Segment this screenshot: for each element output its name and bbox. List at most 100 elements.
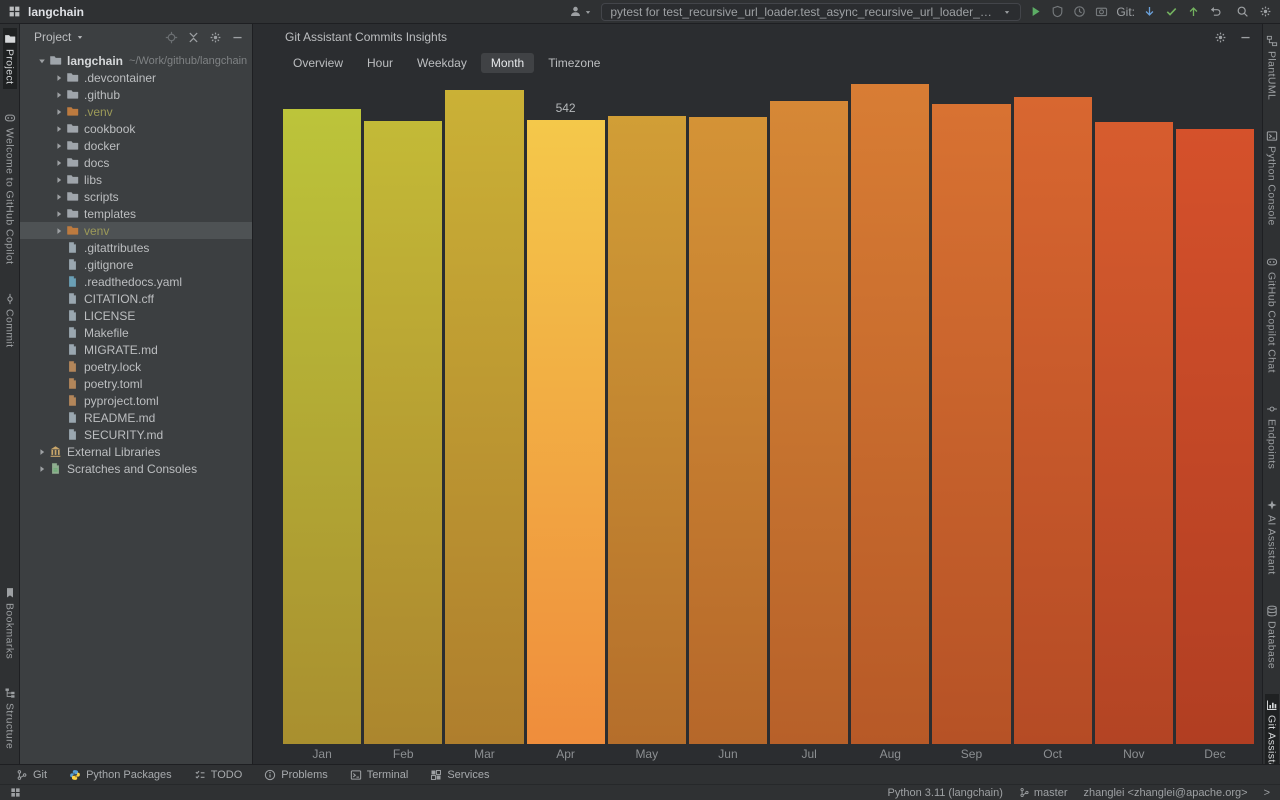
locate-button[interactable] — [165, 31, 178, 44]
title-bar: langchain pytest for test_recursive_url_… — [0, 0, 1280, 24]
tool-stripe-github-copilot-chat[interactable]: GitHub Copilot Chat — [1265, 251, 1279, 378]
shield-button[interactable] — [1051, 5, 1064, 18]
bar-may[interactable] — [608, 116, 686, 744]
tree-row-venv[interactable]: .venv — [20, 103, 252, 120]
tree-row-migrate-md[interactable]: MIGRATE.md — [20, 341, 252, 358]
tree-row-github[interactable]: .github — [20, 86, 252, 103]
tree-row-poetry-toml[interactable]: poetry.toml — [20, 375, 252, 392]
tool-stripe-welcome-to-github-copilot[interactable]: Welcome to GitHub Copilot — [3, 107, 17, 269]
arrow-down-button[interactable] — [1143, 5, 1156, 18]
tool-stripe-git-assistant-commits-insights[interactable]: Git Assistant Commits Insights — [1265, 694, 1279, 764]
tree-row-readthedocs-yaml[interactable]: .readthedocs.yaml — [20, 273, 252, 290]
python-icon — [69, 769, 81, 781]
tree-row-venv[interactable]: venv — [20, 222, 252, 239]
bar-nov[interactable] — [1095, 122, 1173, 744]
tool-stripe-project[interactable]: Project — [3, 28, 17, 89]
tool-window-button-git[interactable]: Git — [16, 769, 47, 781]
tool-window-button-problems[interactable]: Problems — [264, 769, 327, 781]
users-button[interactable] — [569, 5, 593, 18]
tool-stripe-database[interactable]: Database — [1265, 600, 1279, 674]
git-branch-widget[interactable]: master — [1019, 787, 1068, 799]
bar-dec[interactable] — [1176, 129, 1254, 744]
tree-row-docs[interactable]: docs — [20, 154, 252, 171]
tool-stripe-plantuml[interactable]: PlantUML — [1265, 30, 1279, 105]
chart-column-mar: Mar — [445, 76, 523, 760]
tool-window-button-label: Problems — [281, 769, 327, 781]
tool-window-button-todo[interactable]: TODO — [194, 769, 243, 781]
tree-row-external-libraries[interactable]: External Libraries — [20, 443, 252, 460]
tree-row-devcontainer[interactable]: .devcontainer — [20, 69, 252, 86]
tool-stripe-structure[interactable]: Structure — [3, 682, 17, 754]
bar-jun[interactable] — [689, 117, 767, 744]
play-button[interactable] — [1029, 5, 1042, 18]
arrow-up-button[interactable] — [1187, 5, 1200, 18]
tool-stripe-python-console[interactable]: Python Console — [1265, 125, 1279, 231]
tree-row-scripts[interactable]: scripts — [20, 188, 252, 205]
minus-button[interactable] — [1239, 31, 1252, 44]
tool-window-button-services[interactable]: Services — [430, 769, 489, 781]
bar-feb[interactable] — [364, 121, 442, 744]
folder-icon — [49, 54, 62, 67]
tree-row-gitignore[interactable]: .gitignore — [20, 256, 252, 273]
tree-row-gitattributes[interactable]: .gitattributes — [20, 239, 252, 256]
gear-button[interactable] — [1214, 31, 1227, 44]
camera-button[interactable] — [1095, 5, 1108, 18]
tool-window-button-terminal[interactable]: Terminal — [350, 769, 409, 781]
tool-window-button-label: TODO — [211, 769, 243, 781]
tree-row-langchain[interactable]: langchain~/Work/github/langchain — [20, 52, 252, 69]
tree-row-cookbook[interactable]: cookbook — [20, 120, 252, 137]
collapse-button[interactable] — [187, 31, 200, 44]
bar-oct[interactable] — [1014, 97, 1092, 744]
chevron-right-icon — [51, 141, 66, 151]
tab-weekday[interactable]: Weekday — [407, 53, 477, 73]
tree-row-license[interactable]: LICENSE — [20, 307, 252, 324]
bar-jan[interactable] — [283, 109, 361, 744]
gear-icon — [209, 31, 222, 44]
gear-button[interactable] — [1259, 5, 1272, 18]
file-icon — [66, 394, 79, 407]
tree-row-libs[interactable]: libs — [20, 171, 252, 188]
rollback-button[interactable] — [1209, 5, 1222, 18]
tree-row-templates[interactable]: templates — [20, 205, 252, 222]
chevron-down-icon[interactable] — [75, 32, 85, 42]
interpreter-widget[interactable]: Python 3.11 (langchain) — [887, 787, 1002, 799]
tab-timezone[interactable]: Timezone — [538, 53, 610, 73]
bar-apr[interactable] — [527, 120, 605, 744]
clock-button[interactable] — [1073, 5, 1086, 18]
tool-stripe-commit[interactable]: Commit — [3, 288, 17, 353]
tree-row-readme-md[interactable]: README.md — [20, 409, 252, 426]
tree-row-poetry-lock[interactable]: poetry.lock — [20, 358, 252, 375]
tool-stripe-ai-assistant[interactable]: AI Assistant — [1265, 494, 1279, 580]
quick-access-icon[interactable] — [10, 787, 21, 798]
chart-column-jun: Jun — [689, 76, 767, 760]
tab-hour[interactable]: Hour — [357, 53, 403, 73]
tree-row-docker[interactable]: docker — [20, 137, 252, 154]
tool-window-button-python-packages[interactable]: Python Packages — [69, 769, 172, 781]
tree-row-makefile[interactable]: Makefile — [20, 324, 252, 341]
check-button[interactable] — [1165, 5, 1178, 18]
bar-jul[interactable] — [770, 101, 848, 744]
run-configuration-label: pytest for test_recursive_url_loader.tes… — [610, 5, 996, 19]
tree-item-label: .devcontainer — [84, 71, 156, 85]
tree-row-scratches-and-consoles[interactable]: Scratches and Consoles — [20, 460, 252, 477]
project-panel-title[interactable]: Project — [34, 30, 71, 44]
bar-mar[interactable] — [445, 90, 523, 744]
title-bar-actions: pytest for test_recursive_url_loader.tes… — [569, 3, 1272, 21]
tree-row-security-md[interactable]: SECURITY.md — [20, 426, 252, 443]
bar-aug[interactable] — [851, 84, 929, 744]
tab-overview[interactable]: Overview — [283, 53, 353, 73]
minus-button[interactable] — [231, 31, 244, 44]
search-button[interactable] — [1236, 5, 1249, 18]
tool-stripe-endpoints[interactable]: Endpoints — [1265, 398, 1279, 474]
gear-button[interactable] — [209, 31, 222, 44]
tool-stripe-bookmarks[interactable]: Bookmarks — [3, 582, 17, 664]
run-configuration-select[interactable]: pytest for test_recursive_url_loader.tes… — [601, 3, 1021, 21]
tree-row-pyproject-toml[interactable]: pyproject.toml — [20, 392, 252, 409]
tree-row-citation-cff[interactable]: CITATION.cff — [20, 290, 252, 307]
status-expand-chevron[interactable]: > — [1264, 787, 1270, 799]
bar-sep[interactable] — [932, 104, 1010, 744]
tab-month[interactable]: Month — [481, 53, 534, 73]
info-icon — [264, 769, 276, 781]
person-icon — [569, 5, 582, 18]
chart-column-nov: Nov — [1095, 76, 1173, 760]
